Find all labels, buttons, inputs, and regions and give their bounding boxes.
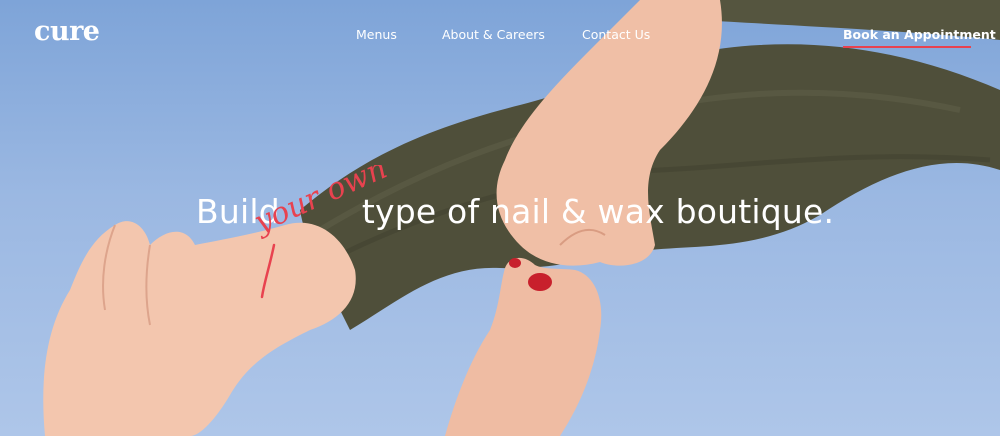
nav-link-about-careers[interactable]: About & Careers	[442, 27, 545, 42]
book-appointment-button[interactable]: Book an Appointment	[843, 27, 996, 48]
nav-link-contact[interactable]: Contact Us	[582, 27, 650, 42]
logo[interactable]: cure	[34, 16, 100, 47]
headline-script-text: your own	[250, 165, 392, 241]
site-header: cure Menus About & Careers Contact Us Bo…	[0, 0, 1000, 70]
lower-right-hand	[445, 257, 602, 436]
headline-script: your own	[250, 165, 392, 299]
nav-link-menus[interactable]: Menus	[356, 27, 397, 42]
red-nail	[528, 273, 552, 291]
